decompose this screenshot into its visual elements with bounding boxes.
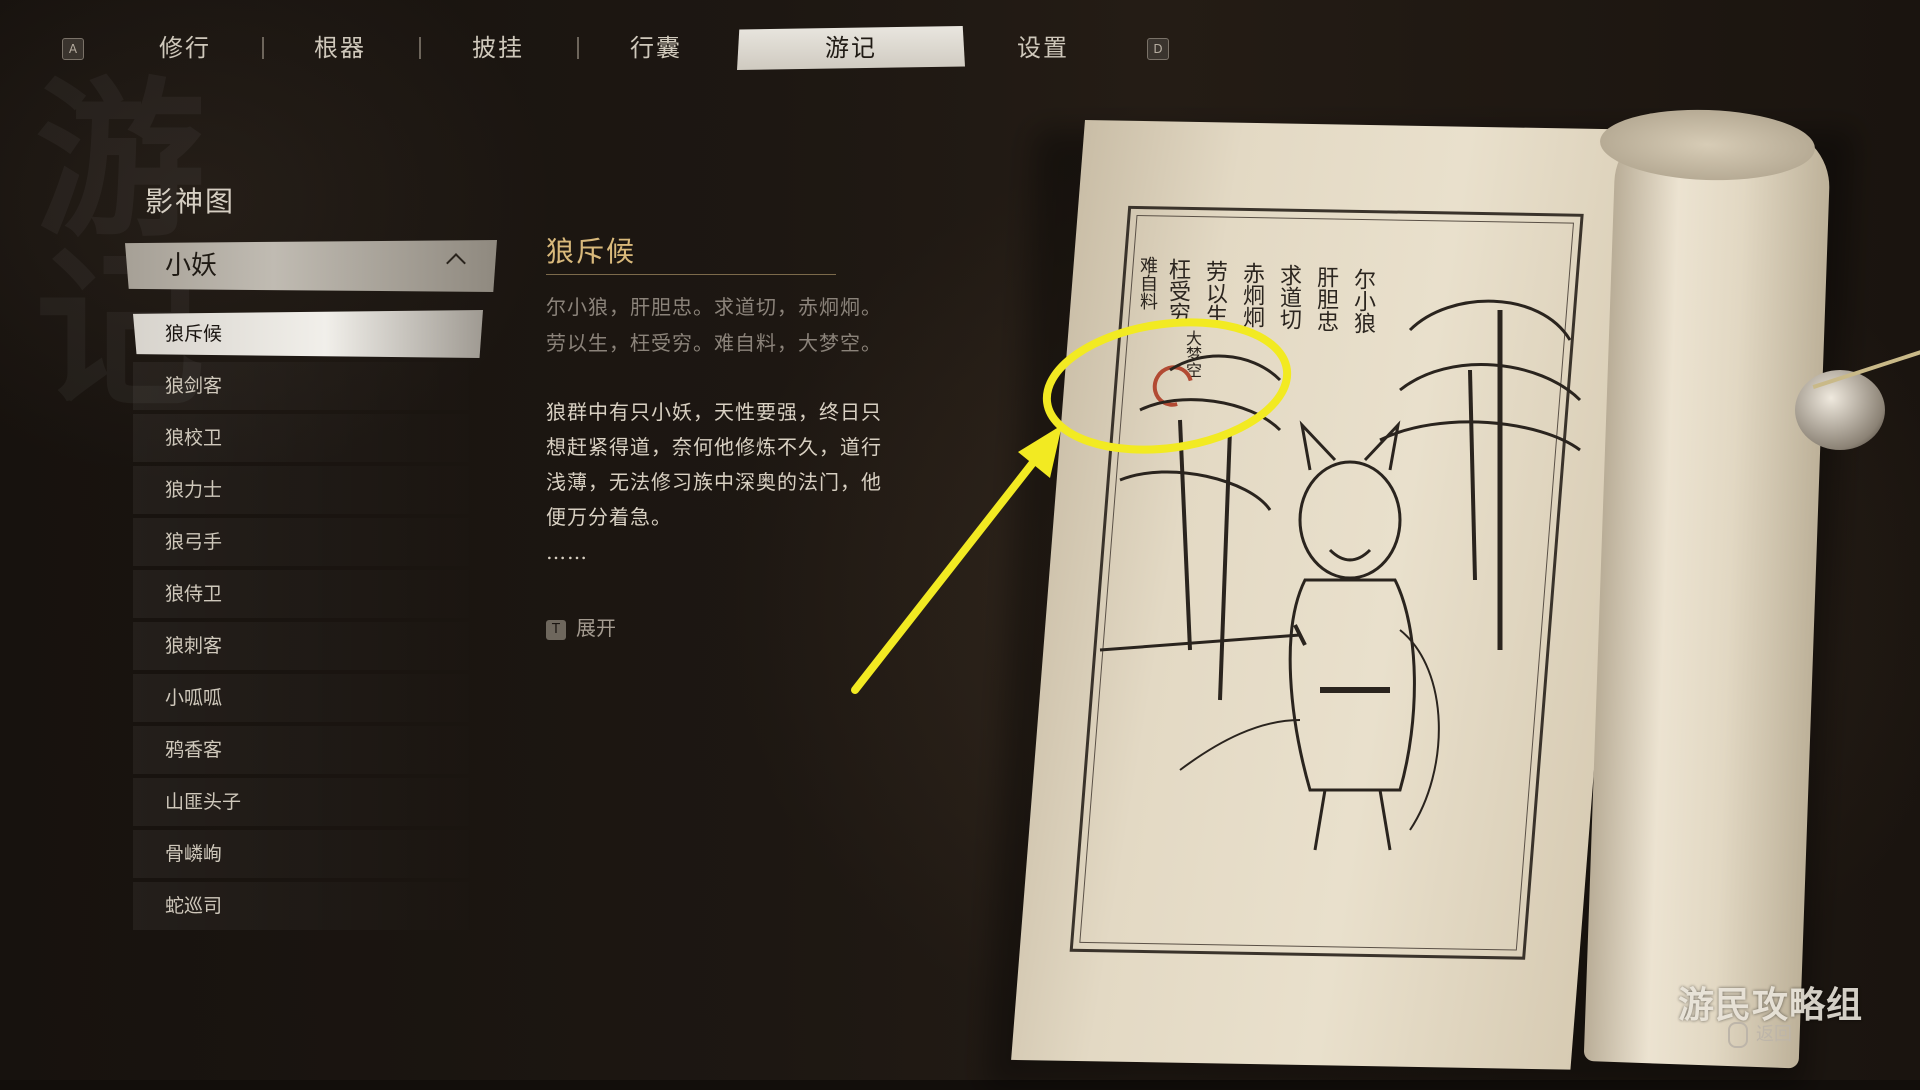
list-item[interactable]: 鸦香客 xyxy=(133,726,483,774)
story-line: 狼群中有只小妖，天性要强，终日只 xyxy=(546,400,882,424)
tab-separator xyxy=(262,37,264,59)
tab-separator xyxy=(577,37,579,59)
list-item[interactable]: 狼侍卫 xyxy=(133,570,483,618)
category-label: 小妖 xyxy=(165,251,218,281)
story-line: 浅薄，无法修习族中深奥的法门，他 xyxy=(546,470,882,494)
expand-button[interactable]: T 展开 xyxy=(546,612,616,641)
tab-inventory[interactable]: 行囊 xyxy=(611,26,701,70)
list-item[interactable]: 山匪头子 xyxy=(133,778,483,826)
nav-left-key[interactable]: A xyxy=(62,38,84,60)
creature-story: 狼群中有只小妖，天性要强，终日只 想赶紧得道，奈何他修炼不久，道行 浅薄，无法修… xyxy=(546,395,946,570)
list-item[interactable]: 狼弓手 xyxy=(133,518,483,566)
list-item[interactable]: 狼刺客 xyxy=(133,622,483,670)
story-line: 想赶紧得道，奈何他修炼不久，道行 xyxy=(546,435,882,459)
top-nav: A 修行 根器 披挂 行囊 游记 设置 D xyxy=(0,0,1920,80)
tab-roots[interactable]: 根器 xyxy=(295,26,385,70)
list-item[interactable]: 狼力士 xyxy=(133,466,483,514)
creature-poem: 尔小狼，肝胆忠。求道切，赤炯炯。 劳以生，枉受穷。难自料，大梦空。 xyxy=(546,289,946,361)
mouse-icon xyxy=(1728,1022,1748,1048)
tab-armor[interactable]: 披挂 xyxy=(453,26,543,70)
chevron-up-icon xyxy=(446,253,466,273)
creature-list: 狼斥候 狼剑客 狼校卫 狼力士 狼弓手 狼侍卫 狼刺客 小呱呱 鸦香客 山匪头子… xyxy=(133,310,483,934)
category-header[interactable]: 小妖 xyxy=(125,240,497,292)
back-label: 返回 xyxy=(1756,1024,1792,1045)
expand-label: 展开 xyxy=(576,616,616,640)
poem-line: 尔小狼，肝胆忠。求道切，赤炯炯。 xyxy=(546,295,882,319)
list-item[interactable]: 狼斥候 xyxy=(133,310,483,358)
scroll-roll xyxy=(1583,121,1832,1069)
tab-journal[interactable]: 游记 xyxy=(737,26,965,70)
nav-right-key[interactable]: D xyxy=(1147,38,1169,60)
list-item[interactable]: 狼剑客 xyxy=(133,362,483,410)
list-item[interactable]: 骨嶙峋 xyxy=(133,830,483,878)
tab-separator xyxy=(419,37,421,59)
list-item[interactable]: 狼校卫 xyxy=(133,414,483,462)
back-button[interactable]: 返回 xyxy=(1728,1020,1792,1048)
cup-prop xyxy=(1795,370,1885,450)
tab-cultivation[interactable]: 修行 xyxy=(140,26,230,70)
poem-line: 劳以生，枉受穷。难自料，大梦空。 xyxy=(546,331,882,355)
list-item[interactable]: 蛇巡司 xyxy=(133,882,483,930)
section-title: 影神图 xyxy=(145,185,236,218)
story-ellipsis: …… xyxy=(546,540,588,564)
story-line: 便万分着急。 xyxy=(546,505,672,529)
expand-key: T xyxy=(546,620,566,640)
detail-panel: 狼斥候 尔小狼，肝胆忠。求道切，赤炯炯。 劳以生，枉受穷。难自料，大梦空。 狼群… xyxy=(546,230,946,570)
wolf-scout-illustration xyxy=(1099,299,1582,851)
creature-name: 狼斥候 xyxy=(546,230,836,275)
list-item[interactable]: 小呱呱 xyxy=(133,674,483,722)
tab-settings[interactable]: 设置 xyxy=(998,26,1088,70)
